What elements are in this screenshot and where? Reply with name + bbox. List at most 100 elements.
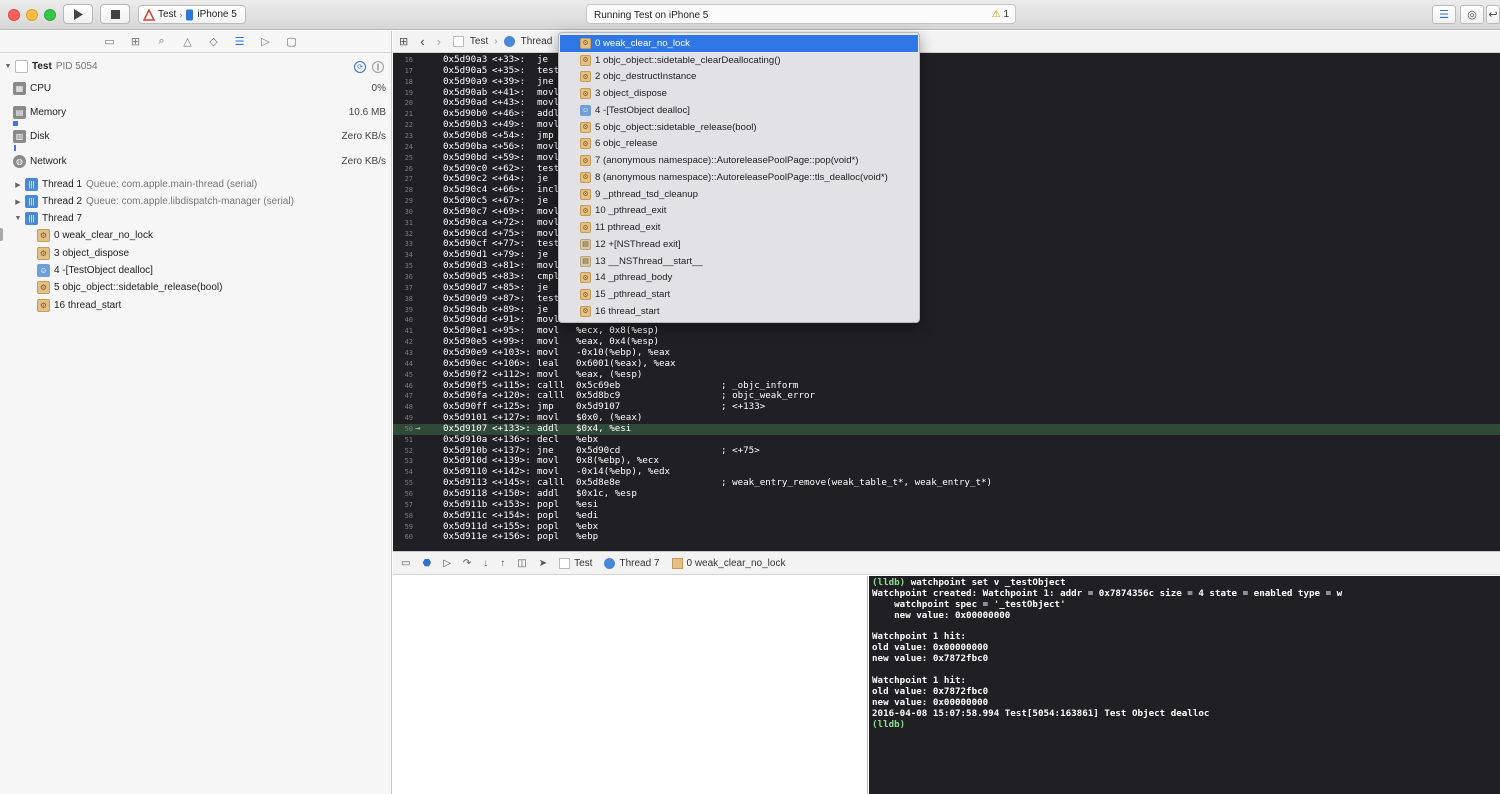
popup-menu-item[interactable]: ▤ 12 +[NSThread exit]	[560, 236, 918, 253]
step-into-icon[interactable]: ↓	[483, 558, 488, 569]
breakpoints-toggle-icon[interactable]: ⬣	[422, 558, 431, 569]
forward-chevron-icon[interactable]: ›	[437, 34, 441, 49]
comment: ; <+75>	[721, 444, 760, 456]
line-number: 37	[404, 283, 413, 292]
debug-bar-item[interactable]: Thread 7	[619, 558, 659, 569]
run-button[interactable]	[63, 4, 93, 24]
thread-row[interactable]: ▶ ||| Thread 2 Queue: com.apple.libdispa…	[0, 193, 392, 210]
process-status-icon[interactable]: ⟳	[354, 60, 366, 73]
location-icon[interactable]: ➤	[539, 558, 547, 569]
code-line: 57 0x5d911b <+153>: popl %esi	[393, 499, 1500, 511]
disclosure-right-icon[interactable]: ▶	[13, 198, 23, 206]
scheme-device-label: iPhone 5	[197, 9, 237, 20]
gauge-memory[interactable]: ▤ Memory 10.6 MB	[0, 104, 392, 121]
popup-menu-item[interactable]: ⚙ 1 objc_object::sidetable_clearDeallocat…	[560, 52, 918, 69]
issue-warning-icon[interactable]: △	[182, 35, 194, 48]
warning-indicator[interactable]: ⚠ 1	[992, 9, 1009, 20]
step-out-icon[interactable]: ↑	[500, 558, 505, 569]
breakpoint-icon[interactable]: ▷	[260, 35, 272, 48]
continue-icon[interactable]: ▷	[443, 558, 451, 569]
test-diamond-icon[interactable]: ◇	[208, 35, 220, 48]
back-chevron-icon[interactable]: ‹	[420, 34, 424, 49]
disclosure-down-icon[interactable]: ▼	[13, 215, 23, 222]
line-number: 48	[404, 403, 413, 412]
view-debugger-icon[interactable]: ◫	[517, 558, 526, 569]
stack-frame-row[interactable]: ☺ 4 -[TestObject dealloc]	[0, 262, 392, 279]
symbol-navigator-icon[interactable]: ⊞	[130, 35, 142, 48]
gauge-cpu[interactable]: ▦ CPU 0%	[0, 80, 392, 97]
assistant-editor-button[interactable]: ◎	[1460, 5, 1484, 24]
stop-button[interactable]	[100, 4, 130, 24]
stack-frame-row[interactable]: ⚙ 16 thread_start	[0, 297, 392, 314]
gauge-value: 0%	[371, 83, 386, 94]
close-window-button[interactable]	[8, 9, 20, 21]
instruction-pointer-arrow[interactable]: →	[415, 423, 421, 435]
code-line: 59 0x5d911d <+155>: popl %ebx	[393, 521, 1500, 533]
code-line: 48 0x5d90ff <+125>: jmp 0x5d9107; <+133>	[393, 401, 1500, 413]
thread-icon: |||	[25, 212, 38, 225]
scheme-selector[interactable]: Test › iPhone 5	[138, 5, 246, 24]
process-row[interactable]: ▼ Test PID 5054 ⟳ ∥	[0, 58, 392, 75]
variables-view[interactable]	[393, 576, 868, 794]
line-number: 45	[404, 370, 413, 379]
hide-debug-area-icon[interactable]: ▭	[401, 558, 410, 569]
minimize-window-button[interactable]	[26, 9, 38, 21]
jump-bar-item[interactable]: Test	[470, 36, 488, 47]
popup-menu-item[interactable]: ⚙ 8 (anonymous namespace)::AutoreleasePoo…	[560, 169, 918, 186]
popup-menu-item[interactable]: ⚙ 6 objc_release	[560, 136, 918, 153]
gauge-disk[interactable]: ▥ Disk Zero KB/s	[0, 128, 392, 145]
frame-label: 0 weak_clear_no_lock	[54, 230, 153, 241]
report-icon[interactable]: ▢	[286, 35, 298, 48]
popup-menu-item[interactable]: ▤ 13 __NSThread__start__	[560, 253, 918, 270]
frame-gear-icon: ⚙	[580, 289, 591, 301]
line-number: 35	[404, 262, 413, 271]
popup-menu-item[interactable]: ⚙ 10 _pthread_exit	[560, 203, 918, 220]
frame-gear-icon	[671, 557, 683, 569]
disclosure-down-icon[interactable]: ▼	[3, 63, 13, 70]
step-over-icon[interactable]: ↷	[463, 558, 471, 569]
frame-gear-icon: ⚙	[580, 121, 591, 133]
frame-gear-icon: ⚙	[37, 281, 50, 294]
stack-frame-row[interactable]: ⚙ 3 object_dispose	[0, 245, 392, 262]
instruction-offset: <+156>:	[492, 531, 531, 543]
frame-gear-icon: ⚙	[580, 205, 591, 217]
popup-menu-item[interactable]: ⚙ 9 _pthread_tsd_cleanup	[560, 186, 918, 203]
popup-menu-item[interactable]: ⚙ 15 _pthread_start	[560, 286, 918, 303]
stack-frame-row[interactable]: ⚙ 5 objc_object::sidetable_release(bool)	[0, 279, 392, 296]
memory-gauge-icon: ▤	[13, 106, 26, 119]
search-icon[interactable]: ⌕	[156, 35, 168, 48]
stop-icon	[110, 9, 120, 19]
debug-bar-item[interactable]: Test	[574, 558, 592, 569]
standard-editor-button[interactable]: ☰	[1432, 5, 1456, 24]
debug-bar-item[interactable]: 0 weak_clear_no_lock	[687, 558, 786, 569]
popup-menu-item[interactable]: ⚙ 3 object_dispose	[560, 85, 918, 102]
popup-menu-item[interactable]: ⚙ 5 objc_object::sidetable_release(bool)	[560, 119, 918, 136]
thread-row[interactable]: ▼ ||| Thread 7	[0, 210, 392, 227]
status-text: Running Test on iPhone 5	[594, 10, 709, 21]
version-editor-button[interactable]: ↩	[1486, 5, 1500, 24]
zoom-window-button[interactable]	[44, 9, 56, 21]
process-name: Test	[32, 61, 52, 72]
related-items-icon[interactable]: ⊞	[399, 35, 408, 48]
frame-framework-icon: ▤	[580, 238, 591, 250]
folder-icon[interactable]: ▭	[104, 35, 116, 48]
debug-navigator-icon[interactable]: ☰	[234, 35, 246, 48]
line-number: 33	[404, 240, 413, 249]
popup-menu-item[interactable]: ⚙ 7 (anonymous namespace)::AutoreleasePoo…	[560, 152, 918, 169]
stack-frame-row[interactable]: ⚙ 0 weak_clear_no_lock	[0, 227, 392, 244]
disclosure-right-icon[interactable]: ▶	[13, 181, 23, 189]
popup-menu-item[interactable]: ⚙ 16 thread_start	[560, 303, 918, 320]
popup-menu-item[interactable]: ⚙ 2 objc_destructInstance	[560, 69, 918, 86]
lldb-console[interactable]: (lldb) watchpoint set v _testObject Watch…	[869, 576, 1500, 794]
thread-row[interactable]: ▶ ||| Thread 1 Queue: com.apple.main-thr…	[0, 176, 392, 193]
gauge-network[interactable]: ◍ Network Zero KB/s	[0, 153, 392, 170]
popup-menu-item[interactable]: ☺ 4 -[TestObject dealloc]	[560, 102, 918, 119]
jump-bar-item[interactable]: Thread	[521, 36, 553, 47]
popup-menu-item[interactable]: ⚙ 11 pthread_exit	[560, 219, 918, 236]
frame-gear-icon: ⚙	[580, 155, 591, 167]
popup-menu-item[interactable]: ⚙ 14 _pthread_body	[560, 270, 918, 287]
popup-menu-item[interactable]: ⚙ 0 weak_clear_no_lock	[560, 35, 918, 52]
opcode: jne	[537, 75, 554, 87]
thread-icon: |||	[25, 195, 38, 208]
pause-icon[interactable]: ∥	[372, 60, 384, 73]
